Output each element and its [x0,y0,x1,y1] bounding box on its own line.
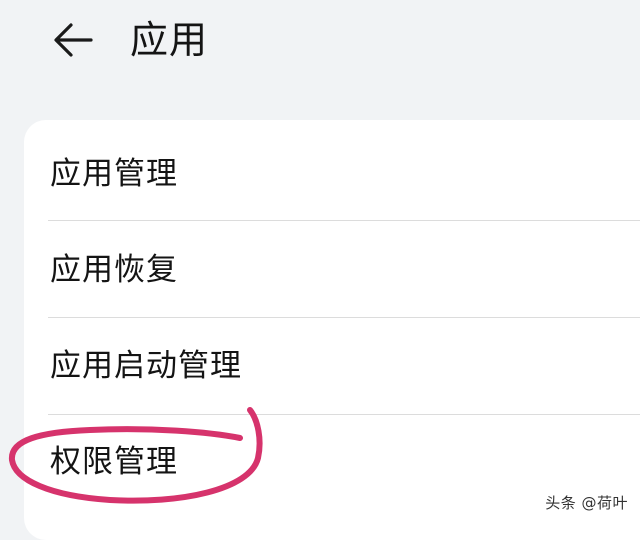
menu-item-app-management[interactable]: 应用管理 [24,124,640,220]
back-button[interactable] [46,18,100,62]
app-header: 应用 [0,0,640,90]
menu-item-label: 应用管理 [50,156,178,192]
menu-item-label: 应用启动管理 [50,348,242,384]
watermark: 头条 @荷叶 [545,494,628,512]
menu-item-label: 应用恢复 [50,252,178,288]
menu-item-label: 权限管理 [50,444,178,480]
menu-item-app-launch-management[interactable]: 应用启动管理 [24,318,640,414]
page-title: 应用 [130,18,209,62]
arrow-left-icon [54,23,93,57]
menu-item-app-recovery[interactable]: 应用恢复 [24,221,640,317]
